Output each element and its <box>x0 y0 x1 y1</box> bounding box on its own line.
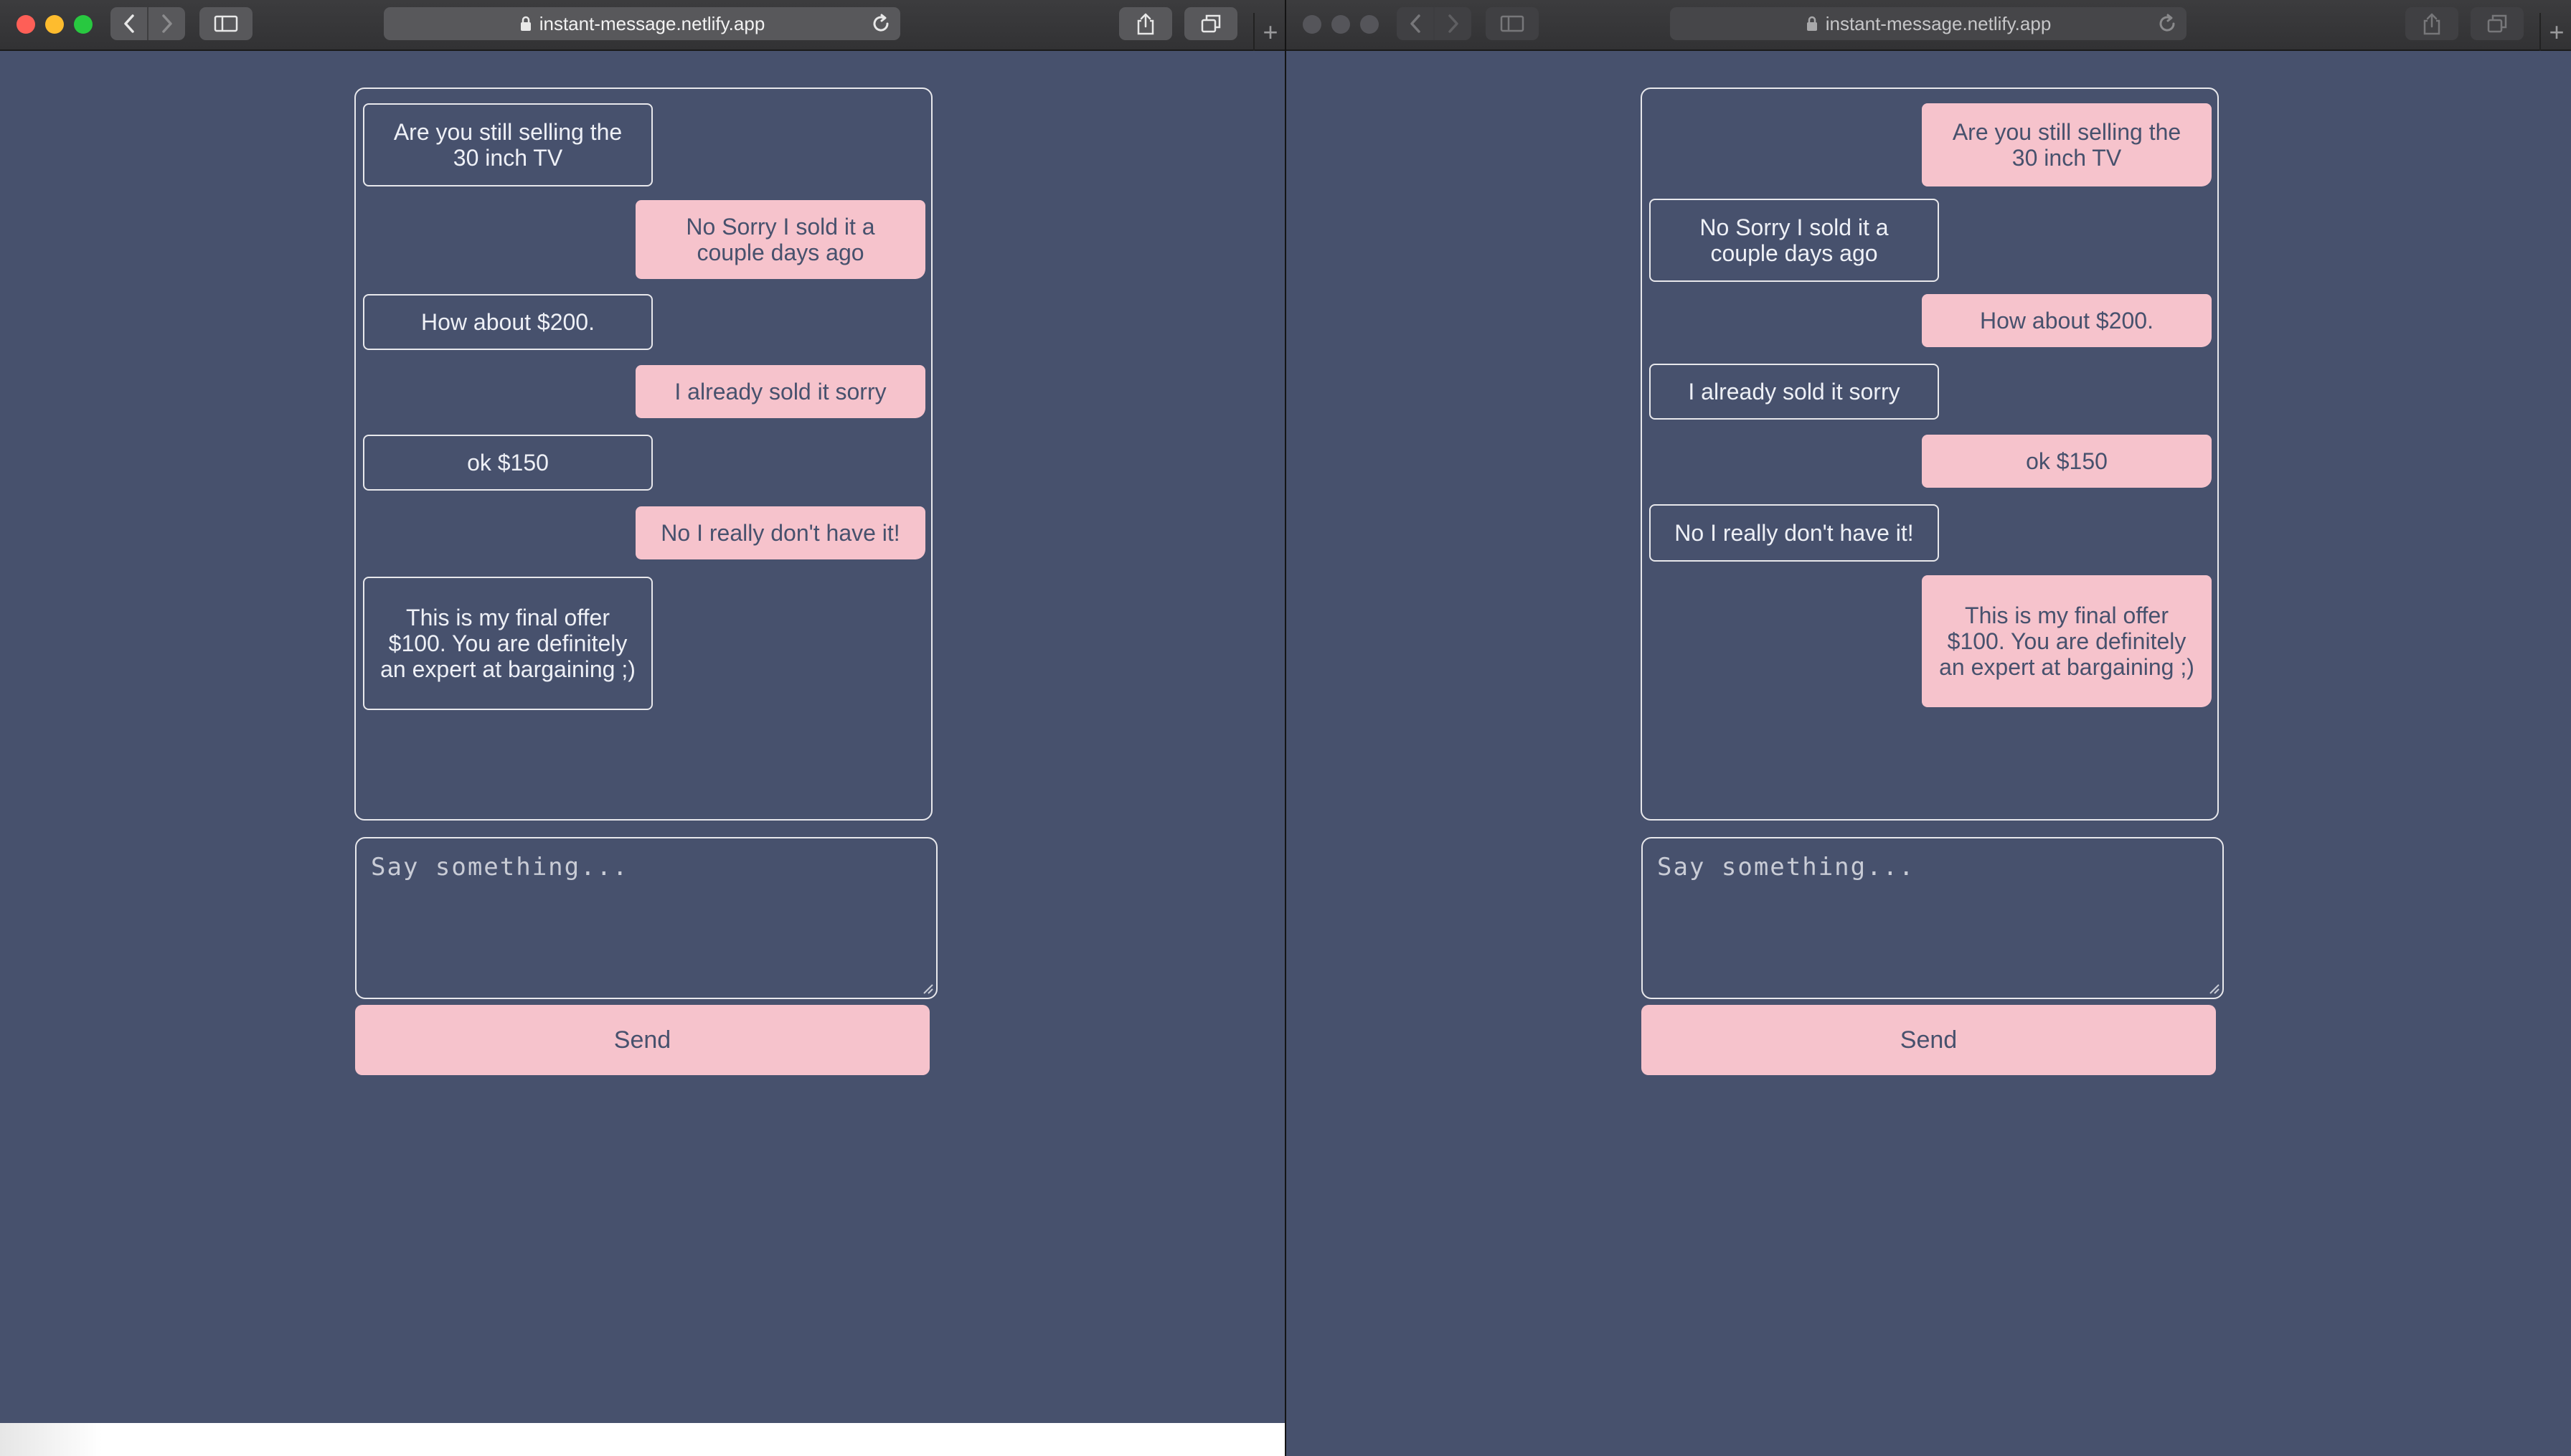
tabs-icon <box>1201 14 1221 33</box>
chat-message: Are you still selling the 30 inch TV <box>1922 103 2212 186</box>
chat-message: I already sold it sorry <box>636 365 925 418</box>
status-bar <box>0 1423 1285 1456</box>
chat-message: No Sorry I sold it a couple days ago <box>636 200 925 279</box>
sidebar-icon <box>1500 15 1524 32</box>
chat-message: I already sold it sorry <box>1649 364 1939 420</box>
reload-icon[interactable] <box>2156 13 2178 39</box>
chevron-right-icon <box>161 14 172 33</box>
new-tab-button[interactable]: + <box>1253 13 1285 51</box>
history-nav <box>1397 7 1471 40</box>
chat-message: This is my final offer $100. You are def… <box>363 577 653 710</box>
minimize-window-button[interactable] <box>1331 15 1350 34</box>
back-button[interactable] <box>110 7 147 40</box>
browser-toolbar: instant-message.netlify.app + <box>1286 0 2571 51</box>
lock-icon <box>519 16 532 32</box>
share-button[interactable] <box>2405 7 2458 40</box>
lock-icon <box>1806 16 1818 32</box>
tabs-icon <box>2487 14 2507 33</box>
browser-window-left: instant-message.netlify.app + Are you st… <box>0 0 1285 1456</box>
chevron-right-icon <box>1448 14 1458 33</box>
send-button[interactable]: Send <box>355 1005 930 1075</box>
browser-toolbar: instant-message.netlify.app + <box>0 0 1285 51</box>
sidebar-toggle-button[interactable] <box>199 7 253 40</box>
new-tab-button[interactable]: + <box>2539 13 2571 51</box>
chat-message: How about $200. <box>1922 294 2212 347</box>
message-input[interactable] <box>355 837 938 999</box>
reload-icon[interactable] <box>870 13 892 39</box>
close-window-button[interactable] <box>1303 15 1321 34</box>
chat-message: No I really don't have it! <box>1649 504 1939 562</box>
web-page: Are you still selling the 30 inch TV No … <box>1286 51 2571 1456</box>
sidebar-toggle-button[interactable] <box>1486 7 1539 40</box>
close-window-button[interactable] <box>16 15 35 34</box>
tab-overview-button[interactable] <box>1184 7 1237 40</box>
url-text: instant-message.netlify.app <box>1825 12 2052 34</box>
chat-message: This is my final offer $100. You are def… <box>1922 575 2212 707</box>
chat-history: Are you still selling the 30 inch TV No … <box>1641 88 2219 821</box>
share-button[interactable] <box>1119 7 1172 40</box>
chat-history: Are you still selling the 30 inch TV No … <box>354 88 933 821</box>
browser-window-right: instant-message.netlify.app + Are you st… <box>1286 0 2571 1456</box>
back-button[interactable] <box>1397 7 1433 40</box>
send-button[interactable]: Send <box>1641 1005 2216 1075</box>
resize-handle-icon[interactable] <box>2209 983 2220 998</box>
chat-message: ok $150 <box>363 435 653 491</box>
address-bar[interactable]: instant-message.netlify.app <box>1670 7 2186 40</box>
sidebar-icon <box>214 15 238 32</box>
chat-message: No Sorry I sold it a couple days ago <box>1649 199 1939 282</box>
address-bar[interactable]: instant-message.netlify.app <box>384 7 900 40</box>
forward-button[interactable] <box>1433 7 1471 40</box>
chevron-left-icon <box>1410 14 1420 33</box>
minimize-window-button[interactable] <box>45 15 64 34</box>
chat-message: Are you still selling the 30 inch TV <box>363 103 653 186</box>
share-icon <box>2423 13 2440 35</box>
chevron-left-icon <box>123 14 134 33</box>
chat-message: How about $200. <box>363 294 653 350</box>
share-icon <box>1137 13 1154 35</box>
tab-overview-button[interactable] <box>2471 7 2524 40</box>
web-page: Are you still selling the 30 inch TV No … <box>0 51 1285 1456</box>
url-text: instant-message.netlify.app <box>539 12 765 34</box>
message-input[interactable] <box>1641 837 2224 999</box>
forward-button[interactable] <box>147 7 185 40</box>
zoom-window-button[interactable] <box>1360 15 1379 34</box>
zoom-window-button[interactable] <box>74 15 93 34</box>
history-nav <box>110 7 185 40</box>
chat-message: No I really don't have it! <box>636 506 925 559</box>
chat-message: ok $150 <box>1922 435 2212 488</box>
resize-handle-icon[interactable] <box>923 983 934 998</box>
